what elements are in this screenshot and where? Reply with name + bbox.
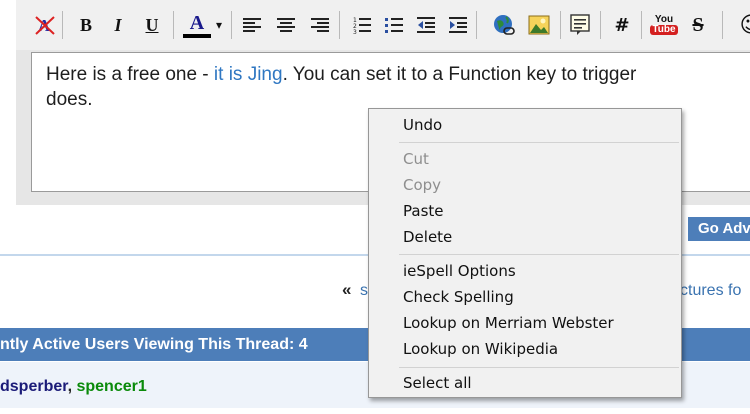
insert-image-button[interactable] (526, 11, 552, 39)
align-center-icon (277, 18, 295, 32)
font-color-dropdown[interactable]: ▾ (212, 11, 226, 39)
active-users-title: ntly Active Users Viewing This Thread: 4 (0, 336, 308, 353)
smiley-button[interactable]: ☺ (738, 11, 750, 39)
menu-item-cut[interactable]: Cut (403, 150, 429, 168)
toolbar-separator (231, 11, 232, 39)
unordered-list-button[interactable] (381, 11, 407, 39)
menu-separator (399, 142, 679, 143)
toolbar-separator (173, 11, 174, 39)
strikethrough-icon: S (692, 13, 704, 36)
user-link-dsperber[interactable]: dsperber (0, 378, 68, 395)
align-left-button[interactable] (239, 11, 265, 39)
indent-button[interactable] (445, 11, 471, 39)
youtube-icon: You Tube (650, 15, 678, 35)
user-link-spencer1[interactable]: spencer1 (76, 378, 146, 395)
insert-link-button[interactable] (491, 11, 517, 39)
toolbar-separator (641, 11, 642, 39)
menu-item-copy[interactable]: Copy (403, 176, 441, 194)
hash-button[interactable]: # (609, 11, 635, 39)
menu-item-select-all[interactable]: Select all (403, 374, 472, 392)
editor-line-2: does. (46, 89, 93, 110)
align-center-button[interactable] (273, 11, 299, 39)
align-right-button[interactable] (307, 11, 333, 39)
strikethrough-button[interactable]: S (685, 11, 711, 39)
menu-item-paste[interactable]: Paste (403, 202, 444, 220)
underline-button[interactable]: U (139, 11, 165, 39)
menu-item-delete[interactable]: Delete (403, 228, 452, 246)
toolbar-separator (722, 11, 723, 39)
next-thread-link[interactable]: ctures fo (680, 282, 741, 300)
align-left-icon (243, 18, 261, 32)
remove-format-icon: A (35, 16, 55, 35)
remove-format-button[interactable]: A (32, 11, 58, 39)
bold-icon: B (79, 14, 92, 35)
menu-separator (399, 367, 679, 368)
ordered-list-button[interactable]: 1 2 3 (349, 11, 375, 39)
toolbar-separator (476, 11, 477, 39)
previous-thread-link[interactable]: s (360, 282, 368, 300)
font-color-button[interactable]: A (182, 11, 212, 39)
previous-thread-arrow[interactable]: « (342, 280, 351, 300)
editor-text: Here is a free one - (46, 64, 214, 85)
go-advanced-button[interactable]: Go Advanced (688, 217, 750, 241)
svg-text:3: 3 (353, 29, 357, 35)
smiley-icon: ☺ (740, 13, 750, 38)
jing-link[interactable]: it is Jing (214, 64, 283, 85)
quote-button[interactable] (567, 11, 593, 39)
globe-link-icon (494, 15, 515, 35)
menu-item-iespell-options[interactable]: ieSpell Options (403, 262, 516, 280)
quote-icon (570, 14, 590, 35)
indent-icon (449, 17, 467, 33)
toolbar-separator (339, 11, 340, 39)
menu-item-lookup-wikipedia[interactable]: Lookup on Wikipedia (403, 340, 558, 358)
editor-toolbar: A B I U A ▾ 1 2 3 (16, 0, 750, 50)
active-users-list: dsperber, spencer1 (0, 378, 147, 396)
ordered-list-icon: 1 2 3 (353, 17, 371, 35)
italic-button[interactable]: I (105, 11, 131, 39)
italic-icon: I (114, 14, 122, 35)
menu-separator (399, 254, 679, 255)
menu-item-check-spelling[interactable]: Check Spelling (403, 288, 514, 306)
editor-line-1: Here is a free one - it is Jing. You can… (46, 64, 636, 86)
outdent-icon (417, 17, 435, 33)
youtube-tube-label: Tube (650, 24, 678, 35)
chevron-down-icon: ▾ (215, 18, 223, 32)
bold-button[interactable]: B (73, 11, 99, 39)
font-color-icon: A (189, 12, 205, 34)
font-color-swatch (183, 34, 211, 38)
unordered-list-icon (385, 18, 403, 33)
context-menu: Undo Cut Copy Paste Delete ieSpell Optio… (368, 108, 682, 398)
toolbar-separator (560, 11, 561, 39)
align-right-icon (311, 18, 329, 32)
menu-item-undo[interactable]: Undo (403, 116, 442, 134)
underline-icon: U (145, 14, 159, 35)
editor-text: . You can set it to a Function key to tr… (282, 64, 637, 85)
menu-item-lookup-merriam-webster[interactable]: Lookup on Merriam Webster (403, 314, 614, 332)
hash-icon: # (614, 14, 630, 36)
toolbar-separator (600, 11, 601, 39)
outdent-button[interactable] (413, 11, 439, 39)
youtube-button[interactable]: You Tube (650, 11, 678, 39)
toolbar-separator (62, 11, 63, 39)
image-icon (528, 15, 550, 35)
